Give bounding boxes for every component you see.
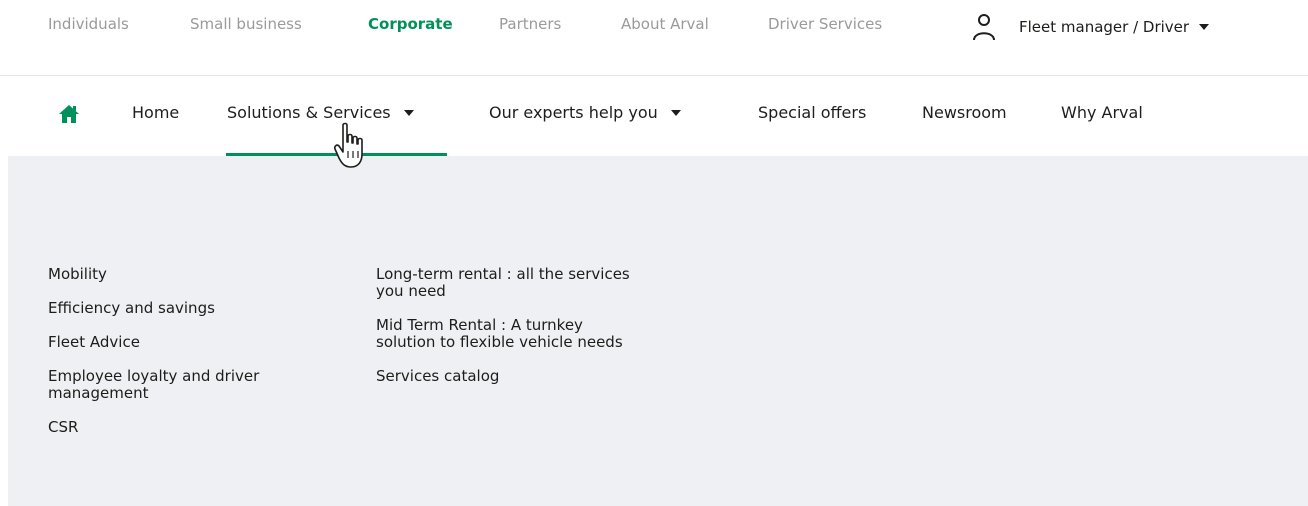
solutions-mega-menu: Mobility Efficiency and savings Fleet Ad… bbox=[8, 156, 1308, 506]
page: Individuals Small business Corporate Par… bbox=[0, 0, 1308, 506]
audience-link-small-business[interactable]: Small business bbox=[190, 15, 302, 33]
nav-item-label: Home bbox=[132, 103, 180, 122]
menu-link-fleet-advice[interactable]: Fleet Advice bbox=[48, 334, 348, 351]
menu-link-mobility[interactable]: Mobility bbox=[48, 266, 348, 283]
nav-item-newsroom[interactable]: Newsroom bbox=[922, 103, 1007, 122]
nav-item-label: Solutions & Services bbox=[227, 103, 391, 122]
nav-item-solutions-services[interactable]: Solutions & Services bbox=[227, 103, 414, 122]
audience-bar: Individuals Small business Corporate Par… bbox=[0, 0, 1308, 76]
mega-menu-column-topics: Mobility Efficiency and savings Fleet Ad… bbox=[48, 266, 348, 453]
menu-link-efficiency-and-savings[interactable]: Efficiency and savings bbox=[48, 300, 348, 317]
nav-item-label: Special offers bbox=[758, 103, 867, 122]
nav-item-home[interactable]: Home bbox=[132, 103, 179, 122]
home-icon[interactable] bbox=[58, 104, 80, 124]
nav-item-why-arval[interactable]: Why Arval bbox=[1061, 103, 1143, 122]
nav-item-label: Newsroom bbox=[922, 103, 1007, 122]
audience-link-individuals[interactable]: Individuals bbox=[48, 15, 129, 33]
main-navigation: Home Solutions & Services Our experts he… bbox=[0, 76, 1308, 156]
user-profile-menu[interactable]: Fleet manager / Driver bbox=[971, 12, 1210, 42]
nav-item-label: Our experts help you bbox=[489, 103, 658, 122]
nav-item-our-experts-help-you[interactable]: Our experts help you bbox=[489, 103, 681, 122]
menu-link-long-term-rental[interactable]: Long-term rental : all the services you … bbox=[376, 266, 638, 300]
chevron-down-icon bbox=[670, 109, 681, 116]
mega-menu-column-services: Long-term rental : all the services you … bbox=[376, 266, 666, 402]
nav-item-label: Why Arval bbox=[1061, 103, 1143, 122]
audience-link-about-arval[interactable]: About Arval bbox=[621, 15, 709, 33]
nav-item-special-offers[interactable]: Special offers bbox=[758, 103, 866, 122]
audience-link-driver-services[interactable]: Driver Services bbox=[768, 15, 882, 33]
menu-link-employee-loyalty[interactable]: Employee loyalty and driver management bbox=[48, 368, 318, 402]
user-menu-label: Fleet manager / Driver bbox=[1019, 18, 1190, 36]
chevron-down-icon bbox=[403, 109, 414, 116]
menu-link-csr[interactable]: CSR bbox=[48, 419, 348, 436]
audience-link-partners[interactable]: Partners bbox=[499, 15, 561, 33]
chevron-down-icon bbox=[1199, 24, 1210, 30]
menu-link-mid-term-rental[interactable]: Mid Term Rental : A turnkey solution to … bbox=[376, 317, 638, 351]
user-icon bbox=[971, 12, 997, 42]
audience-link-corporate[interactable]: Corporate bbox=[368, 15, 453, 33]
menu-link-services-catalog[interactable]: Services catalog bbox=[376, 368, 638, 385]
